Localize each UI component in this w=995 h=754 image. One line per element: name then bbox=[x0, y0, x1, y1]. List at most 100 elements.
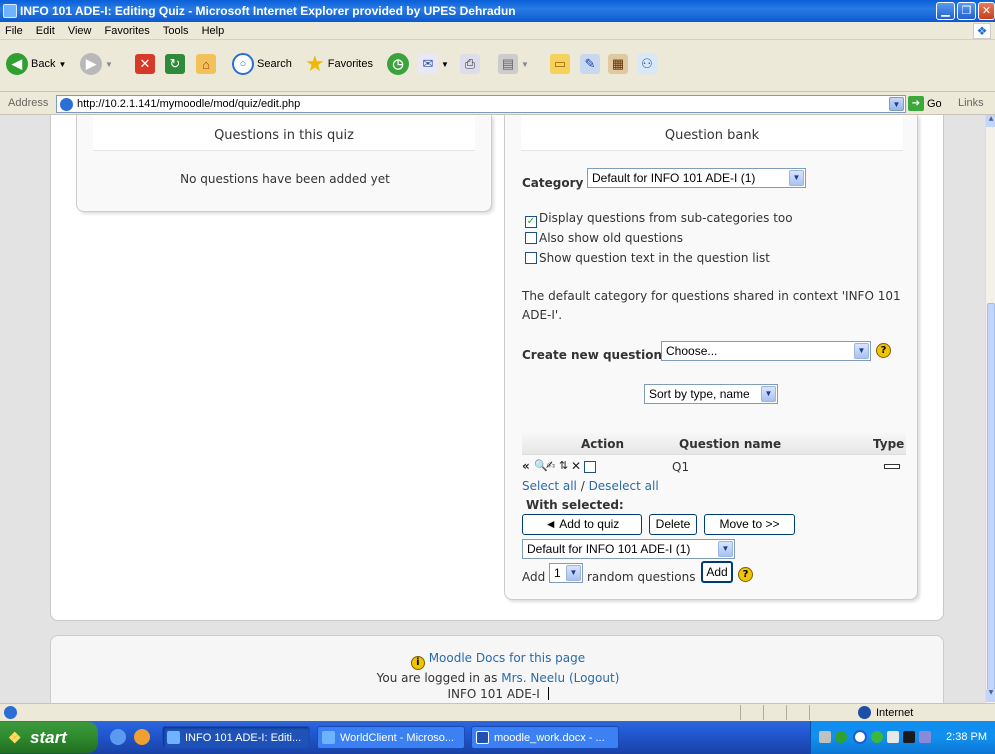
print-button[interactable]: ⎙ bbox=[460, 51, 480, 77]
tray-network-icon[interactable] bbox=[835, 731, 847, 743]
delete-icon[interactable]: ✕ bbox=[571, 459, 581, 473]
help-icon[interactable]: ? bbox=[876, 343, 891, 358]
task-label: WorldClient - Microso... bbox=[340, 732, 455, 744]
delete-button[interactable]: Delete bbox=[649, 514, 697, 535]
task-word-doc[interactable]: moodle_work.docx - ... bbox=[471, 726, 619, 749]
tray-messenger-icon[interactable] bbox=[871, 731, 883, 743]
edit-icon: ▤ bbox=[498, 54, 518, 74]
page-footer: i Moodle Docs for this page You are logg… bbox=[50, 635, 944, 703]
deselect-all-link[interactable]: Deselect all bbox=[589, 479, 659, 493]
old-questions-checkbox[interactable]: Also show old questions bbox=[525, 231, 683, 245]
no-questions-message: No questions have been added yet bbox=[180, 172, 390, 186]
question-name-column-header[interactable]: Question name bbox=[679, 437, 781, 451]
word-document-icon bbox=[476, 731, 489, 744]
stop-button[interactable]: ✕ bbox=[135, 51, 155, 77]
scroll-up-icon[interactable]: ▲ bbox=[986, 115, 995, 127]
select-all-link[interactable]: Select all bbox=[522, 479, 577, 493]
random-count-select[interactable]: 1 ▼ bbox=[549, 563, 583, 583]
start-label: start bbox=[30, 728, 67, 747]
quicklaunch-media-icon[interactable] bbox=[134, 729, 150, 745]
add-to-quiz-button[interactable]: ◄ Add to quiz bbox=[522, 514, 642, 535]
start-button[interactable]: ❖ start bbox=[0, 722, 98, 753]
address-dropdown-icon[interactable]: ▼ bbox=[889, 97, 904, 111]
forward-button[interactable]: ▶ ▼ bbox=[80, 51, 113, 77]
scroll-down-icon[interactable]: ▼ bbox=[986, 689, 995, 702]
zone-label: Internet bbox=[876, 707, 914, 719]
menu-file[interactable]: File bbox=[0, 22, 28, 40]
favorites-button[interactable]: ★ Favorites bbox=[305, 51, 373, 77]
go-button[interactable]: ➔ Go bbox=[908, 96, 942, 111]
user-link[interactable]: Mrs. Neelu bbox=[501, 671, 565, 685]
ie-window-icon bbox=[322, 731, 335, 744]
discuss-button[interactable]: ⚇ bbox=[637, 51, 657, 77]
browser-toolbar: ◀ Back ▼ ▶ ▼ ✕ ↻ ⌂ ○ Search ★ Favorites … bbox=[0, 40, 995, 92]
maximize-button[interactable]: ❐ bbox=[957, 2, 976, 20]
category-select[interactable]: Default for INFO 101 ADE-I (1) ▼ bbox=[587, 168, 806, 188]
folder-button[interactable]: ▭ bbox=[550, 51, 570, 77]
scrollbar-thumb[interactable] bbox=[987, 303, 995, 693]
help-icon[interactable]: ? bbox=[738, 567, 753, 582]
messenger-icon: ✎ bbox=[580, 54, 600, 74]
menu-help[interactable]: Help bbox=[197, 22, 230, 40]
ie-window-icon bbox=[167, 731, 180, 744]
create-question-select[interactable]: Choose... ▼ bbox=[661, 341, 871, 361]
edit-icon[interactable]: ✍ bbox=[546, 459, 555, 472]
add-to-quiz-icon[interactable]: « bbox=[522, 459, 530, 473]
refresh-button[interactable]: ↻ bbox=[165, 51, 185, 77]
chevron-down-icon: ▼ bbox=[854, 343, 869, 359]
status-divider bbox=[740, 705, 741, 720]
menu-view[interactable]: View bbox=[63, 22, 97, 40]
messenger-button[interactable]: ✎ bbox=[580, 51, 600, 77]
menu-favorites[interactable]: Favorites bbox=[100, 22, 155, 40]
minimize-button[interactable]: ▁ bbox=[936, 2, 955, 20]
move-to-button[interactable]: Move to >> bbox=[704, 514, 795, 535]
tray-device-icon[interactable] bbox=[903, 731, 915, 743]
question-text-checkbox[interactable]: Show question text in the question list bbox=[525, 251, 770, 265]
research-button[interactable]: ▦ bbox=[608, 51, 628, 77]
tray-pen-icon[interactable] bbox=[819, 731, 831, 743]
menu-edit[interactable]: Edit bbox=[31, 22, 60, 40]
mail-button[interactable]: ✉ ▼ bbox=[418, 51, 449, 77]
row-select-checkbox[interactable] bbox=[584, 461, 596, 473]
stop-icon: ✕ bbox=[135, 54, 155, 74]
windows-logo-icon: ❖ bbox=[973, 23, 991, 39]
subcategories-label: Display questions from sub-categories to… bbox=[539, 211, 793, 225]
back-button[interactable]: ◀ Back ▼ bbox=[6, 51, 66, 77]
move-icon[interactable]: ⇅ bbox=[559, 459, 568, 472]
history-button[interactable]: ◷ bbox=[387, 51, 409, 77]
address-bar: Address http://10.2.1.141/mymoodle/mod/q… bbox=[0, 93, 995, 115]
links-label[interactable]: Links bbox=[958, 97, 984, 109]
tray-security-icon[interactable] bbox=[919, 731, 931, 743]
close-button[interactable]: ✕ bbox=[978, 2, 995, 20]
course-name[interactable]: INFO 101 ADE-I bbox=[447, 687, 539, 701]
tray-volume-icon[interactable] bbox=[887, 731, 899, 743]
search-button[interactable]: ○ Search bbox=[232, 51, 292, 77]
tray-arrow-icon[interactable] bbox=[853, 730, 867, 744]
address-input[interactable]: http://10.2.1.141/mymoodle/mod/quiz/edit… bbox=[56, 95, 906, 113]
moodle-docs-link[interactable]: Moodle Docs for this page bbox=[429, 651, 585, 665]
vertical-scrollbar[interactable]: ▲ ▼ bbox=[985, 115, 995, 703]
system-tray: 2:38 PM bbox=[810, 721, 995, 754]
logout-link[interactable]: (Logout) bbox=[569, 671, 619, 685]
quicklaunch-ie-icon[interactable] bbox=[110, 729, 126, 745]
window-title-bar[interactable]: INFO 101 ADE-I: Editing Quiz - Microsoft… bbox=[0, 0, 995, 22]
people-icon: ⚇ bbox=[637, 54, 657, 74]
login-info: You are logged in as Mrs. Neelu (Logout) bbox=[51, 671, 945, 685]
task-ie-quiz[interactable]: INFO 101 ADE-I: Editi... bbox=[162, 726, 310, 749]
home-button[interactable]: ⌂ bbox=[196, 51, 216, 77]
address-label: Address bbox=[8, 97, 49, 109]
add-random-button[interactable]: Add bbox=[701, 561, 733, 583]
edit-button[interactable]: ▤ ▼ bbox=[498, 51, 529, 77]
questions-in-quiz-title: Questions in this quiz bbox=[93, 115, 475, 151]
chevron-down-icon: ▼ bbox=[718, 541, 733, 557]
sort-select[interactable]: Sort by type, name ▼ bbox=[644, 384, 778, 404]
move-target-select[interactable]: Default for INFO 101 ADE-I (1) ▼ bbox=[522, 539, 735, 559]
sort-select-value: Sort by type, name bbox=[649, 387, 750, 401]
clock[interactable]: 2:38 PM bbox=[946, 731, 987, 743]
question-text-label: Show question text in the question list bbox=[539, 251, 770, 265]
task-worldclient[interactable]: WorldClient - Microso... bbox=[317, 726, 465, 749]
research-icon: ▦ bbox=[608, 54, 628, 74]
subcategories-checkbox[interactable]: ✓ Display questions from sub-categories t… bbox=[525, 211, 793, 228]
menu-tools[interactable]: Tools bbox=[158, 22, 194, 40]
task-label: INFO 101 ADE-I: Editi... bbox=[185, 732, 302, 744]
